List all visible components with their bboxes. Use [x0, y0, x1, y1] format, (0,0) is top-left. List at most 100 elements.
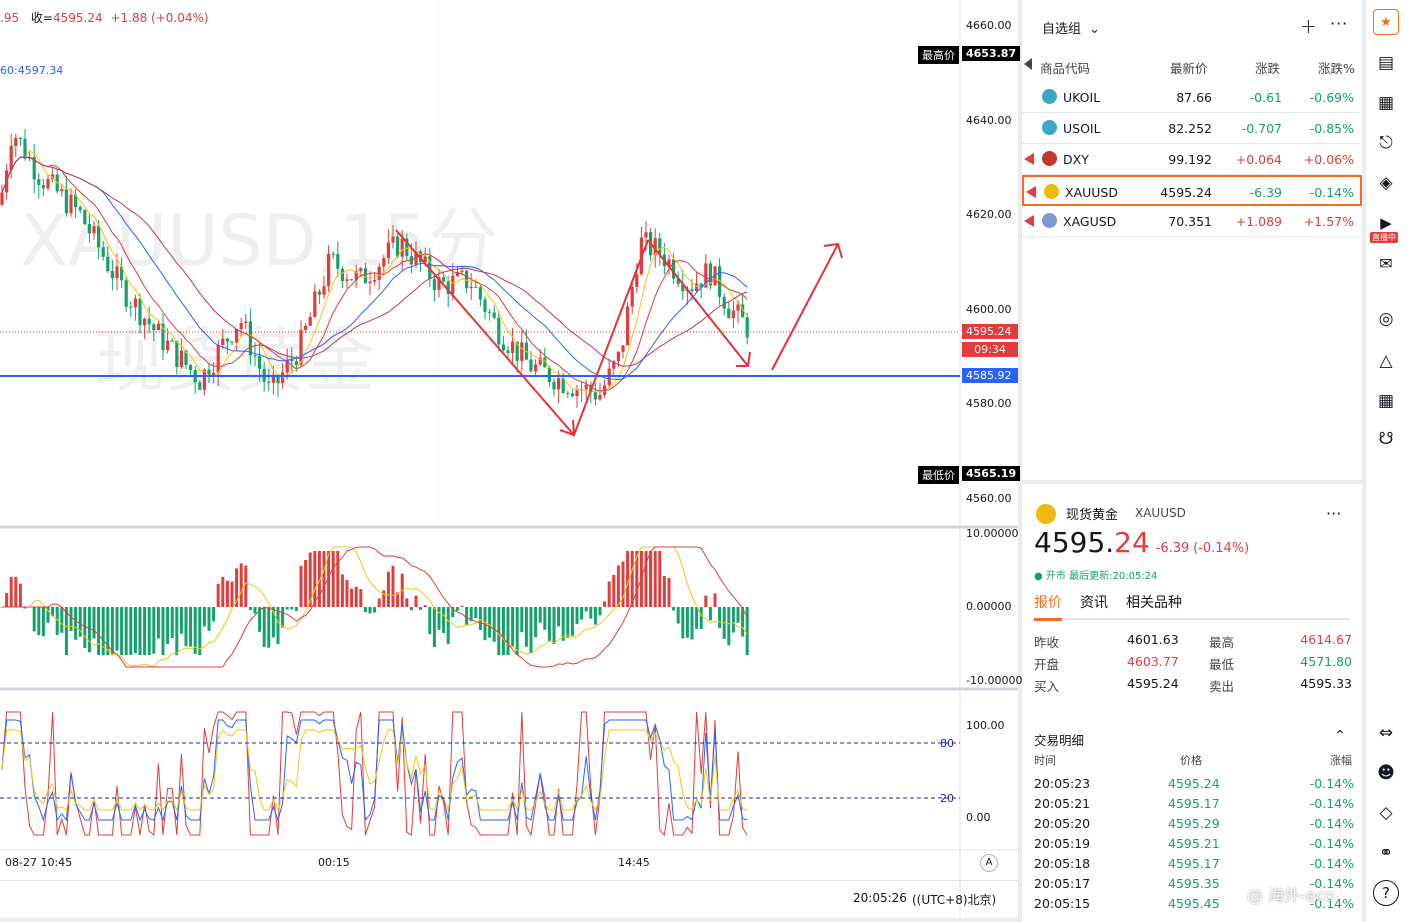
trade-change: -0.14% [1309, 776, 1354, 791]
chat-icon[interactable]: ✉ [1373, 250, 1399, 276]
notes-icon[interactable]: ▤ [1373, 50, 1399, 76]
col-price[interactable]: 最新价 [1170, 58, 1208, 77]
candle-body [97, 226, 101, 248]
price-tick: 4660.00 [966, 19, 1012, 32]
collapse-icon[interactable]: ⌃ [1334, 728, 1346, 744]
macd-bar [538, 607, 542, 623]
candle-body [616, 351, 620, 362]
watchlist-row-ukoil[interactable]: UKOIL 87.66 -0.61 -0.69% [1022, 82, 1360, 113]
candle-body [170, 340, 174, 342]
alert-bell-icon[interactable]: ⎋ [1373, 130, 1399, 156]
macd-bar [575, 607, 579, 625]
row-symbol: DXY [1063, 152, 1089, 167]
col-change[interactable]: 涨跌 [1255, 58, 1280, 77]
macd-bar [534, 607, 538, 638]
candle-body [18, 138, 22, 140]
candle-body [644, 232, 648, 238]
candle-body [727, 308, 731, 319]
macd-bar [437, 607, 441, 630]
macd-bar [699, 607, 703, 630]
col-change-pct[interactable]: 涨跌% [1318, 58, 1355, 77]
help-icon[interactable]: ? [1373, 880, 1399, 906]
row-symbol: UKOIL [1063, 90, 1101, 105]
flag-icon[interactable] [1024, 153, 1034, 165]
trade-price: 4595.35 [1168, 876, 1220, 891]
tab-related[interactable]: 相关品种 [1126, 592, 1182, 612]
expand-icon[interactable]: ⇔ [1373, 720, 1399, 746]
chart-panel[interactable]: .95 收=4595.24 +1.88 (+0.04%) 60:4597.34 … [0, 0, 1022, 918]
candle-body [336, 254, 340, 269]
trade-time: 20:05:15 [1034, 896, 1091, 911]
candle-body [78, 207, 82, 211]
live-badge: 直播中 [1370, 232, 1398, 243]
symbol-icon [1042, 89, 1057, 104]
row-price: 99.192 [1168, 152, 1212, 167]
candle-body [396, 236, 400, 257]
macd-bar [736, 607, 740, 623]
macd-bar [322, 551, 326, 607]
network-icon[interactable]: ☋ [1373, 426, 1399, 452]
price-tick: 4560.00 [966, 492, 1012, 505]
candle-body [248, 321, 252, 356]
candle-body [83, 210, 87, 225]
candle-body [561, 378, 565, 393]
auto-scale-button[interactable]: A [980, 854, 998, 872]
layers-icon[interactable]: ◈ [1373, 170, 1399, 196]
grid-icon[interactable]: ▦ [1373, 388, 1399, 414]
watchlist-row-xauusd[interactable]: XAUUSD 4595.24 -6.39 -0.14% [1022, 175, 1362, 206]
candle-body [129, 306, 133, 308]
candle-body [363, 268, 367, 284]
add-symbol-icon[interactable]: + [1300, 14, 1317, 38]
footer-time: 20:05:26 [853, 891, 907, 905]
calendar-icon[interactable]: ▦ [1373, 90, 1399, 116]
macd-bar [465, 607, 469, 625]
watchlist-icon[interactable]: ★ [1373, 9, 1399, 35]
watchlist-group-label: 自选组 [1042, 22, 1082, 37]
candle-body [189, 365, 193, 371]
corner-watermark: @ 海外-eco [1247, 886, 1335, 905]
candle-body [722, 296, 726, 309]
candle-body [570, 393, 574, 397]
headset-icon[interactable]: ⚭ [1373, 840, 1399, 866]
macd-bar [83, 607, 87, 648]
row-change-pct: -0.85% [1309, 121, 1354, 136]
macd-bar [382, 590, 386, 607]
candle-body [386, 242, 390, 259]
candle-body [506, 350, 510, 353]
watchlist-row-usoil[interactable]: USOIL 82.252 -0.707 -0.85% [1022, 113, 1360, 144]
stat-value: 4595.24 [1127, 676, 1179, 691]
row-change: -0.707 [1241, 121, 1282, 136]
updated-time: 最后更新:20:05:24 [1069, 571, 1158, 582]
trade-time: 20:05:20 [1034, 816, 1091, 831]
watchlist-row-xagusd[interactable]: XAGUSD 70.351 +1.089 +1.57% [1022, 206, 1360, 237]
macd-bar [423, 605, 427, 607]
footer-timezone[interactable]: ((UTC+8)北京) [912, 891, 996, 908]
detail-more-icon[interactable]: ··· [1326, 504, 1341, 523]
education-icon[interactable]: △ [1373, 348, 1399, 374]
watchlist-group-dropdown[interactable]: 自选组 ⌄ [1042, 18, 1100, 37]
target-icon[interactable]: ◎ [1373, 306, 1399, 332]
macd-bar [515, 607, 519, 655]
row-change-pct: -0.14% [1309, 185, 1354, 200]
chart-canvas[interactable] [0, 0, 1018, 918]
market-status: ● 开市 最后更新:20:05:24 [1034, 567, 1157, 582]
col-symbol[interactable]: 商品代码 [1040, 58, 1090, 77]
macd-bar [598, 607, 602, 616]
trade-col-change: 涨幅 [1330, 754, 1352, 767]
candle-body [156, 323, 160, 330]
more-icon[interactable]: ··· [1330, 14, 1348, 33]
stat-label: 昨收 [1034, 635, 1060, 650]
diamond-icon[interactable]: ◇ [1373, 800, 1399, 826]
macd-bar [442, 607, 446, 634]
candle-body [345, 279, 349, 282]
flag-icon[interactable] [1024, 215, 1034, 227]
flag-icon[interactable] [1026, 186, 1036, 198]
tab-news[interactable]: 资讯 [1080, 592, 1108, 612]
trade-time: 20:05:23 [1034, 776, 1091, 791]
candle-body [460, 270, 464, 273]
candle-body [635, 274, 639, 287]
face-icon[interactable]: ☻ [1373, 760, 1399, 786]
watchlist-row-dxy[interactable]: DXY 99.192 +0.064 +0.06% [1022, 144, 1360, 175]
macd-bar [644, 551, 648, 607]
tab-quote[interactable]: 报价 [1034, 592, 1062, 621]
